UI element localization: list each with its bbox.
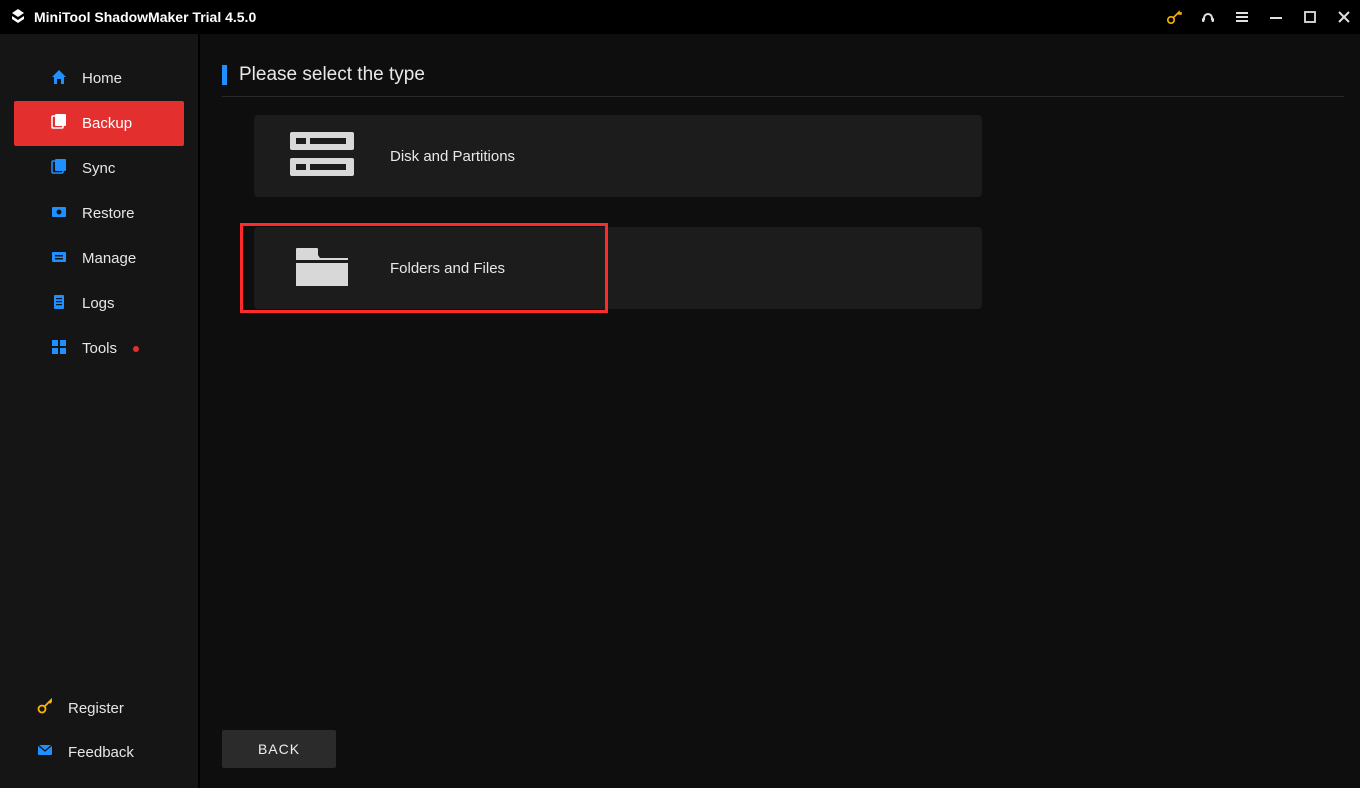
option-disk-and-partitions[interactable]: Disk and Partitions [254,115,982,197]
disk-icon [286,126,358,187]
option-label: Disk and Partitions [390,148,515,165]
sidebar: Home Backup Sync Restore [0,34,200,788]
sidebar-item-tools[interactable]: Tools [14,326,184,371]
sidebar-item-feedback[interactable]: Feedback [0,730,198,774]
close-icon[interactable] [1336,9,1352,25]
sidebar-item-label: Backup [82,115,132,132]
home-icon [50,68,68,90]
sidebar-item-label: Home [82,70,122,87]
sidebar-item-label: Manage [82,250,136,267]
key-icon [36,697,54,719]
minimize-icon[interactable] [1268,9,1284,25]
sidebar-item-label: Logs [82,295,115,312]
sidebar-item-backup[interactable]: Backup [14,101,184,146]
support-icon[interactable] [1200,9,1216,25]
header-accent-bar [222,65,227,85]
sidebar-item-restore[interactable]: Restore [14,191,184,236]
tools-icon [50,338,68,360]
sidebar-item-sync[interactable]: Sync [14,146,184,191]
app-logo-icon [10,8,26,27]
sidebar-item-label: Restore [82,205,135,222]
app-title-container: MiniTool ShadowMaker Trial 4.5.0 [10,8,256,27]
titlebar: MiniTool ShadowMaker Trial 4.5.0 [0,0,1360,34]
main-content: Please select the type Disk [200,34,1360,788]
sync-icon [50,158,68,180]
option-folders-and-files[interactable]: Folders and Files [254,225,982,311]
page-title: Please select the type [239,64,425,86]
titlebar-controls [1166,9,1352,25]
app-title: MiniTool ShadowMaker Trial 4.5.0 [34,9,256,25]
footer: BACK [222,710,1344,768]
maximize-icon[interactable] [1302,9,1318,25]
backup-icon [50,113,68,135]
sidebar-item-register[interactable]: Register [0,686,198,730]
page-header: Please select the type [222,64,1344,97]
logs-icon [50,293,68,315]
highlight-box [240,223,608,313]
sidebar-item-label: Sync [82,160,115,177]
sidebar-item-label: Register [68,700,124,717]
sidebar-item-manage[interactable]: Manage [14,236,184,281]
sidebar-item-label: Feedback [68,744,134,761]
sidebar-item-label: Tools [82,340,117,357]
mail-icon [36,741,54,763]
sidebar-item-logs[interactable]: Logs [14,281,184,326]
restore-icon [50,203,68,225]
notification-dot-icon [133,346,139,352]
back-button[interactable]: BACK [222,730,336,768]
key-icon[interactable] [1166,9,1182,25]
manage-icon [50,248,68,270]
sidebar-item-home[interactable]: Home [14,56,184,101]
menu-icon[interactable] [1234,9,1250,25]
type-options: Disk and Partitions Folders and Files [222,115,1344,311]
